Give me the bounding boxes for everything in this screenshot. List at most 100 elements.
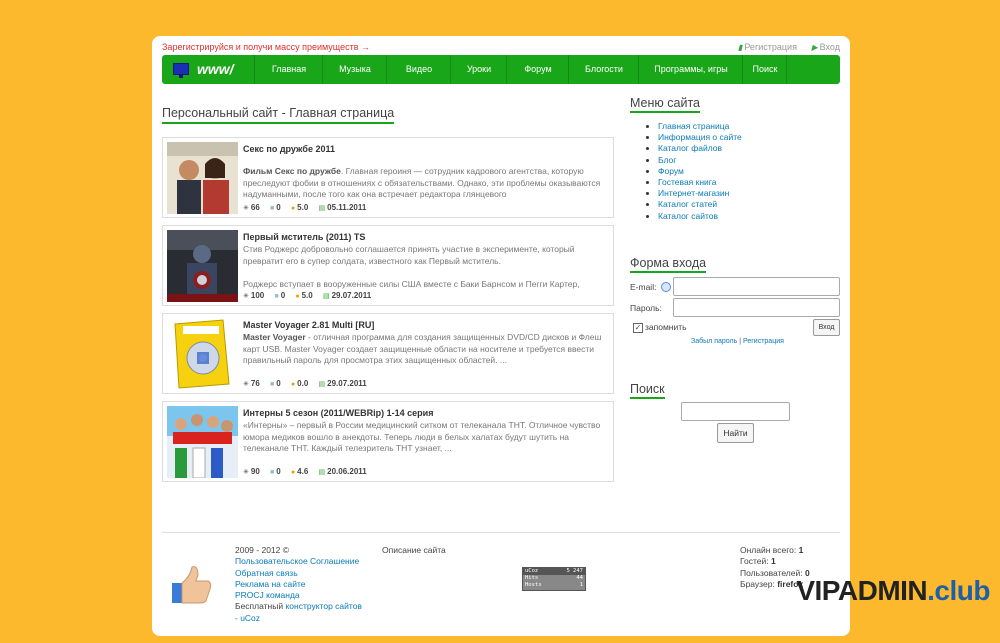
login-form-title: Форма входа bbox=[630, 256, 707, 273]
logo-text: www/ bbox=[197, 61, 234, 77]
login-button[interactable]: Вход bbox=[813, 319, 840, 336]
login-link[interactable]: ▶ Вход bbox=[811, 42, 840, 52]
password-label: Пароль: bbox=[630, 303, 662, 313]
menu-item[interactable]: Каталог файлов bbox=[658, 143, 840, 154]
views-stat: ✳ 76 bbox=[243, 379, 260, 388]
rating-stat: ● 0.0 bbox=[290, 379, 309, 388]
thumbs-up-icon bbox=[172, 566, 212, 604]
main-nav: www/ Главная Музыка Видео Уроки Форум Бл… bbox=[162, 55, 840, 84]
entry-title[interactable]: Master Voyager 2.81 Multi [RU] bbox=[243, 320, 374, 330]
nav-item-programs[interactable]: Программы, игры bbox=[638, 55, 743, 84]
calendar-icon: ▤ bbox=[318, 469, 326, 476]
login-label: Вход bbox=[819, 42, 840, 52]
entry-title[interactable]: Первый мститель (2011) TS bbox=[243, 232, 365, 242]
email-label: E-mail: bbox=[630, 282, 657, 292]
nav-item-video[interactable]: Видео bbox=[386, 55, 451, 84]
entry-meta: ✳ 66 ■ 0 ● 5.0 ▤ 05.11.2011 bbox=[243, 203, 374, 212]
views-stat: ✳ 90 bbox=[243, 467, 260, 476]
menu-item[interactable]: Главная страница bbox=[658, 121, 840, 132]
ucoz-counter[interactable]: uCoz 5 247 Hits 44 Hosts 1 bbox=[522, 567, 586, 591]
top-bar: Зарегистрируйся и получи массу преимущес… bbox=[162, 42, 840, 56]
entry-text: «Интерны» – первый в России медицинский … bbox=[243, 420, 601, 453]
builder-link[interactable]: конструктор сайтов bbox=[285, 601, 361, 611]
register-link[interactable]: ▮ Регистрация bbox=[738, 42, 797, 52]
menu-item[interactable]: Информация о сайте bbox=[658, 132, 840, 143]
password-field[interactable] bbox=[673, 298, 840, 317]
star-icon: ● bbox=[290, 469, 296, 476]
entry-text-2: Роджерс вступает в вооруженные силы США … bbox=[243, 278, 580, 289]
star-icon: ● bbox=[290, 381, 296, 388]
date-stat: ▤ 29.07.2011 bbox=[318, 379, 367, 388]
ucoz-link[interactable]: - uCoz bbox=[235, 613, 380, 624]
comment-icon: ■ bbox=[270, 381, 275, 388]
entry-description: Master Voyager - отличная программа для … bbox=[243, 332, 605, 367]
comments-stat: ■ 0 bbox=[270, 379, 281, 388]
entry-card: Интерны 5 сезон (2011/WEBRip) 1-14 серия… bbox=[162, 401, 614, 482]
nav-item-music[interactable]: Музыка bbox=[322, 55, 387, 84]
star-icon: ● bbox=[290, 205, 296, 212]
date-stat: ▤ 05.11.2011 bbox=[318, 203, 367, 212]
builder-line: Бесплатный конструктор сайтов bbox=[235, 601, 380, 612]
movie-poster-image[interactable] bbox=[167, 230, 238, 302]
menu-item[interactable]: Форум bbox=[658, 166, 840, 177]
eye-icon: ✳ bbox=[243, 381, 249, 388]
email-field[interactable] bbox=[673, 277, 840, 296]
comments-stat: ■ 0 bbox=[270, 203, 281, 212]
entry-title[interactable]: Секс по дружбе 2011 bbox=[243, 144, 335, 154]
menu-item[interactable]: Гостевая книга bbox=[658, 177, 840, 188]
register-form-link[interactable]: Регистрация bbox=[743, 338, 784, 345]
entry-lead: Master Voyager bbox=[243, 332, 306, 342]
menu-item[interactable]: Каталог сайтов bbox=[658, 211, 840, 222]
page-container: Зарегистрируйся и получи массу преимущес… bbox=[152, 36, 850, 636]
free-text: Бесплатный bbox=[235, 601, 284, 612]
monitor-icon bbox=[173, 63, 189, 78]
counter-row: Hits 44 bbox=[525, 575, 583, 581]
forgot-password-link[interactable]: Забыл пароль bbox=[691, 338, 737, 345]
nav-item-empty bbox=[786, 55, 841, 84]
top-links: ▮ Регистрация ▶ Вход bbox=[726, 42, 840, 52]
search-input[interactable] bbox=[681, 402, 790, 421]
search-button[interactable]: Найти bbox=[717, 423, 754, 443]
nav-item-blogs[interactable]: Блогости bbox=[568, 55, 639, 84]
menu-item[interactable]: Интернет-магазин bbox=[658, 188, 840, 199]
login-icon: ▶ bbox=[811, 43, 818, 52]
site-logo[interactable]: www/ bbox=[162, 55, 254, 84]
calendar-icon: ▤ bbox=[318, 205, 326, 212]
software-box-image[interactable] bbox=[167, 318, 238, 390]
nav-item-search[interactable]: Поиск bbox=[742, 55, 787, 84]
nav-item-forum[interactable]: Форум bbox=[506, 55, 569, 84]
menu-item[interactable]: Каталог статей bbox=[658, 199, 840, 210]
eye-icon: ✳ bbox=[243, 205, 249, 212]
footer-link[interactable]: PROCJ команда bbox=[235, 590, 380, 601]
nav-item-lessons[interactable]: Уроки bbox=[450, 55, 507, 84]
entry-description: Фильм Секс по дружбе. Главная героиня — … bbox=[243, 166, 605, 201]
rating-stat: ● 5.0 bbox=[290, 203, 309, 212]
tv-show-poster-image[interactable] bbox=[167, 406, 238, 478]
page-title: Персональный сайт - Главная страница bbox=[162, 106, 395, 124]
footer-link[interactable]: Пользовательское Соглашение bbox=[235, 556, 380, 567]
nav-item-home[interactable]: Главная bbox=[254, 55, 323, 84]
login-links: Забыл пароль | Регистрация bbox=[691, 338, 784, 345]
rating-stat: ● 5.0 bbox=[295, 291, 313, 300]
entry-title[interactable]: Интерны 5 сезон (2011/WEBRip) 1-14 серия bbox=[243, 408, 433, 418]
comment-icon: ■ bbox=[274, 293, 279, 300]
entry-text: Стив Роджерс добровольно соглашается при… bbox=[243, 244, 575, 266]
register-promo-link[interactable]: Зарегистрируйся и получи массу преимущес… bbox=[162, 42, 370, 52]
menu-item[interactable]: Блог bbox=[658, 155, 840, 166]
entry-meta: ✳ 90 ■ 0 ● 4.6 ▤ 20.06.2011 bbox=[243, 467, 375, 476]
register-label: Регистрация bbox=[744, 42, 797, 52]
entry-description: «Интерны» – первый в России медицинский … bbox=[243, 420, 605, 455]
eye-icon: ✳ bbox=[243, 293, 249, 300]
stat-line: Онлайн всего: 1 bbox=[740, 545, 804, 555]
star-icon: ● bbox=[295, 293, 300, 300]
footer-link[interactable]: Реклама на сайте bbox=[235, 579, 380, 590]
calendar-icon: ▤ bbox=[318, 381, 326, 388]
rating-stat: ● 4.6 bbox=[290, 467, 309, 476]
remember-checkbox[interactable]: ✓ bbox=[633, 323, 643, 333]
movie-poster-image[interactable] bbox=[167, 142, 238, 214]
entry-card: Секс по дружбе 2011 Фильм Секс по дружбе… bbox=[162, 137, 614, 218]
watermark-suffix: .club bbox=[927, 575, 990, 606]
footer-link[interactable]: Обратная связь bbox=[235, 568, 380, 579]
counter-row: Hosts 1 bbox=[525, 582, 583, 588]
counter-row: uCoz 5 247 bbox=[523, 568, 585, 575]
